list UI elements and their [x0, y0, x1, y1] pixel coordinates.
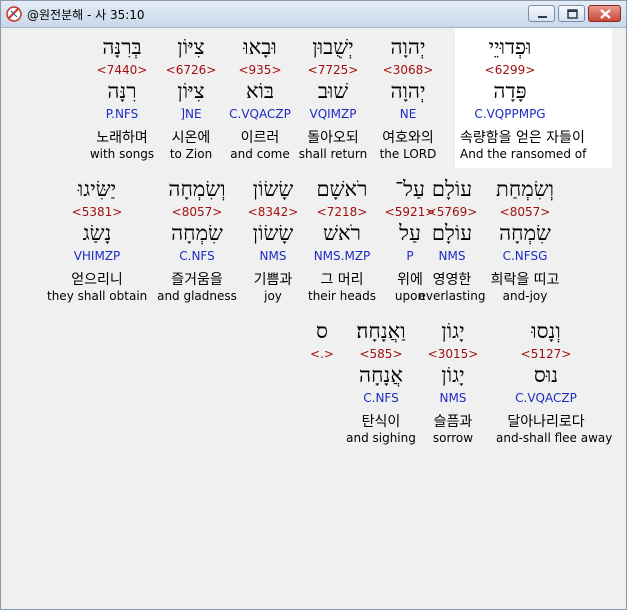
strong-number[interactable]: <8057>: [147, 205, 247, 219]
hebrew-word: בְּרִנָּה: [102, 35, 142, 59]
morphology-code: VHIMZP: [73, 249, 121, 263]
window-title: @원전분해 - 사 35:10: [27, 8, 145, 22]
hebrew-root: רִנָּה: [107, 79, 137, 103]
english-gloss: and-shall flee away: [496, 431, 613, 445]
strong-number[interactable]: <7440>: [72, 63, 172, 77]
hebrew-word: וְנָסוּ: [531, 319, 561, 343]
hebrew-root: נוּס: [533, 363, 559, 387]
close-icon: [600, 9, 611, 19]
close-button[interactable]: [588, 5, 621, 22]
morphology-code: C.VQPPMPG: [474, 107, 546, 121]
strong-number[interactable]: <5381>: [47, 205, 147, 219]
hebrew-word: ס: [316, 319, 328, 343]
strong-number[interactable]: <5127>: [496, 347, 596, 361]
english-gloss: and gladness: [157, 289, 237, 303]
korean-gloss: 달아나리로다: [507, 414, 585, 430]
english-gloss: they shall obtain: [47, 289, 148, 303]
hebrew-word: וְשִׂמְחָה: [168, 177, 226, 201]
hebrew-root: אֲנָחָה: [359, 363, 403, 387]
minimize-icon: [538, 16, 547, 18]
hebrew-root: שִׂמְחָה: [171, 221, 223, 245]
korean-gloss: 속량함을 얻은 자들이: [460, 130, 585, 146]
korean-gloss: 노래하며: [96, 130, 148, 146]
hebrew-word: וּפְדוּיֵי: [488, 35, 532, 59]
app-window: @원전분해 - 사 35:10 וּפְדוּיֵי <6299> פָּדָה…: [0, 0, 627, 610]
english-gloss: with songs: [89, 147, 155, 161]
morphology-code: C.VQACZP: [515, 391, 577, 405]
strong-number[interactable]: <.>: [272, 347, 372, 361]
english-gloss: and sighing: [346, 431, 416, 445]
strong-number[interactable]: <6299>: [460, 63, 560, 77]
korean-gloss: 탄식이: [361, 414, 401, 430]
english-gloss: And the ransomed of: [460, 147, 587, 161]
korean-gloss: 얻으리니: [71, 272, 123, 288]
korean-gloss: 즐거움을: [171, 272, 223, 288]
title-bar[interactable]: @원전분해 - 사 35:10: [1, 1, 626, 28]
morphology-code: P.NFS: [105, 107, 139, 121]
morphology-code: C.NFS: [363, 391, 399, 405]
hebrew-root: פָּדָה: [493, 79, 527, 103]
interlinear-panel: וּפְדוּיֵי <6299> פָּדָה C.VQPPMPG 속량함을 …: [5, 28, 622, 604]
morphology-code: C.NFS: [179, 249, 215, 263]
maximize-button[interactable]: [558, 5, 585, 22]
bible-app-icon: [6, 6, 22, 22]
maximize-icon: [567, 9, 578, 19]
hebrew-word: יַשִּׂיגוּ: [77, 177, 117, 201]
hebrew-root: נָשַׂג: [82, 221, 112, 245]
minimize-button[interactable]: [528, 5, 555, 22]
